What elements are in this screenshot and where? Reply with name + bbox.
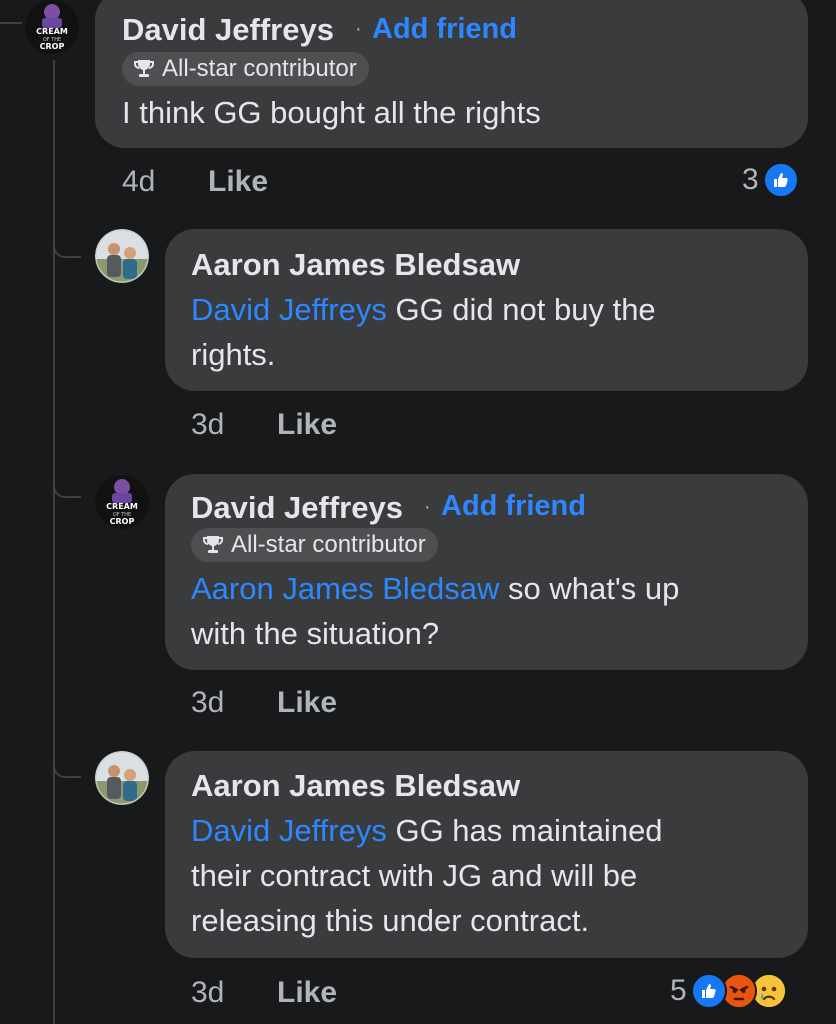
add-friend-button[interactable]: Add friend [372,13,517,46]
trophy-icon [134,60,154,77]
comment-timestamp[interactable]: 3d [191,408,224,442]
like-button[interactable]: Like [277,408,337,442]
comment-text-part: rights. [191,337,276,372]
cream-of-the-crop-logo-icon: CREAM OF THE CROP [25,0,79,54]
avatar[interactable]: CREAM OF THE CROP [95,475,149,529]
comment-author[interactable]: Aaron James Bledsaw [191,247,520,283]
like-button[interactable]: Like [208,165,268,199]
like-icon [762,162,799,198]
avatar[interactable] [95,229,149,283]
comment-timestamp[interactable]: 3d [191,976,224,1010]
thread-line-main [53,60,55,1024]
svg-text:CREAM: CREAM [36,27,68,36]
separator-dot: · [424,496,431,518]
add-friend-button[interactable]: Add friend [441,490,586,523]
reaction-count: 5 [670,974,687,1007]
like-button[interactable]: Like [277,686,337,720]
badge-label: All-star contributor [231,531,426,558]
reaction-summary[interactable]: 5 [670,973,787,1009]
comment-text-part: with the situation? [191,616,440,651]
reaction-count: 3 [742,163,759,196]
svg-text:CREAM: CREAM [106,502,138,511]
separator-dot: · [355,18,362,40]
like-button[interactable]: Like [277,976,337,1010]
avatar[interactable] [95,751,149,805]
cream-of-the-crop-logo-icon: CREAM OF THE CROP [95,475,149,529]
comment-text-part: their contract with JG and will be [191,858,638,893]
all-star-badge[interactable]: All-star contributor [122,52,369,86]
comment-author[interactable]: David Jeffreys [191,490,403,526]
comment-text: David Jeffreys GG has maintained their c… [191,808,663,943]
reply-branch [53,478,81,498]
profile-photo-icon [95,751,149,805]
comment-text: Aaron James Bledsaw so what's up with th… [191,566,679,656]
svg-text:CROP: CROP [40,42,65,51]
comment-text: David Jeffreys GG did not buy the rights… [191,287,656,377]
comment-timestamp[interactable]: 3d [191,686,224,720]
thread-line-top-left [0,22,22,24]
svg-text:CROP: CROP [110,517,135,526]
comment-author[interactable]: Aaron James Bledsaw [191,768,520,804]
mention-link[interactable]: David Jeffreys [191,292,387,327]
mention-link[interactable]: Aaron James Bledsaw [191,571,499,606]
mention-link[interactable]: David Jeffreys [191,813,387,848]
comment-text-part: so what's up [499,571,680,606]
avatar[interactable]: CREAM OF THE CROP [25,0,79,54]
trophy-icon [203,536,223,553]
comment-text-part: GG did not buy the [386,292,656,327]
reply-branch [53,238,81,258]
comment-text-part: GG has maintained [386,813,663,848]
comment-author[interactable]: David Jeffreys [122,12,334,48]
comment-text: I think GG bought all the rights [122,95,541,130]
badge-label: All-star contributor [162,55,357,82]
comment-text-part: releasing this under contract. [191,903,590,938]
comment-timestamp[interactable]: 4d [122,165,155,199]
all-star-badge[interactable]: All-star contributor [191,528,438,562]
reply-branch [53,758,81,778]
profile-photo-icon [95,229,149,283]
reaction-summary[interactable]: 3 [742,162,799,198]
like-icon [690,973,727,1009]
